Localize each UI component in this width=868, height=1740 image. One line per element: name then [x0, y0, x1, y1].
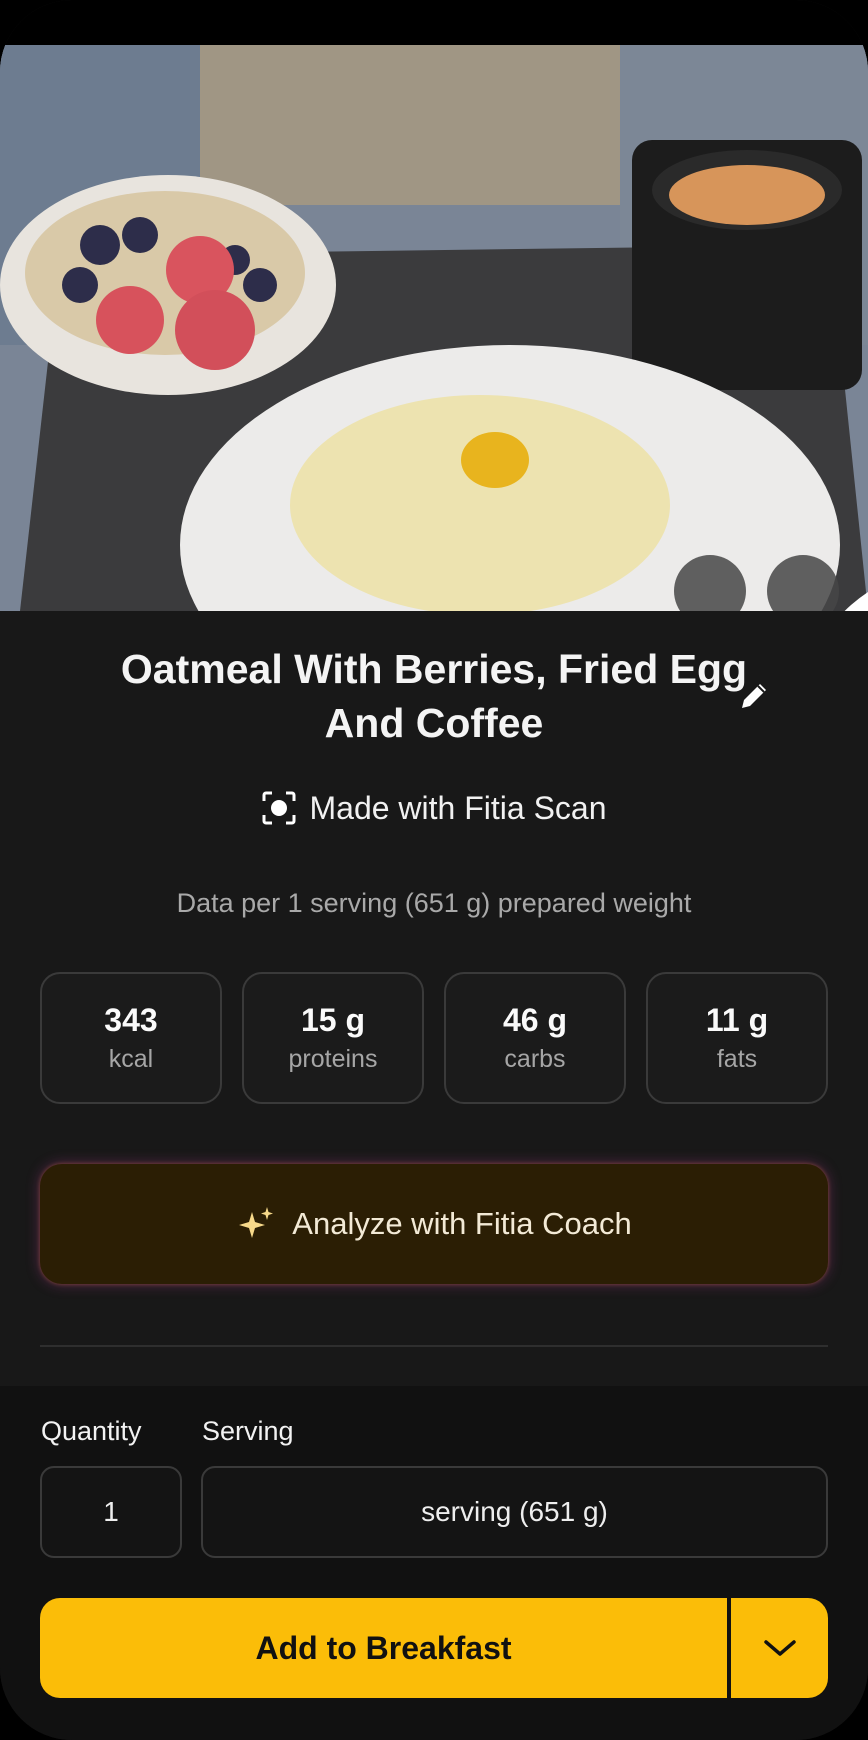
meal-photo-illustration	[0, 45, 868, 611]
scan-label: Made with Fitia Scan	[309, 789, 607, 826]
meal-photo	[0, 45, 868, 611]
coach-label: Analyze with Fitia Coach	[292, 1206, 632, 1241]
divider	[40, 1345, 828, 1347]
edit-icon[interactable]	[736, 678, 772, 714]
favorite-button[interactable]	[674, 555, 868, 611]
chevron-down-icon	[763, 1640, 796, 1656]
macro-value: 343	[104, 1002, 158, 1038]
more-icon	[767, 555, 868, 611]
macro-label: kcal	[108, 1045, 154, 1073]
sparkles-icon	[239, 1207, 274, 1238]
analyze-coach-button[interactable]: Analyze with Fitia Coach	[40, 1164, 828, 1284]
scan-icon	[262, 791, 296, 825]
macro-card-proteins: 15 g proteins	[242, 972, 424, 1104]
quantity-label: Quantity	[41, 1416, 142, 1446]
macro-card-kcal: 343 kcal	[40, 972, 222, 1104]
macro-value: 11 g	[705, 1002, 769, 1038]
serving-select[interactable]: serving (651 g)	[201, 1466, 828, 1558]
more-options-button[interactable]	[767, 555, 839, 611]
serving-info: Data per 1 serving (651 g) prepared weig…	[176, 888, 692, 918]
status-bar	[0, 0, 868, 45]
macro-label: fats	[716, 1045, 758, 1073]
macro-card-carbs: 46 g carbs	[444, 972, 626, 1104]
scan-badge: Made with Fitia Scan	[0, 786, 868, 830]
macro-value: 15 g	[300, 1002, 366, 1038]
serving-label: Serving	[202, 1416, 294, 1446]
macro-label: proteins	[288, 1045, 378, 1073]
add-panel: Quantity Serving 1 serving (651 g) Add t…	[0, 1386, 868, 1740]
meal-title: Oatmeal With Berries, Fried Egg And Coff…	[120, 646, 748, 746]
meal-dropdown-button[interactable]	[731, 1598, 828, 1698]
macro-value: 46 g	[502, 1002, 568, 1038]
macro-card-fats: 11 g fats	[646, 972, 828, 1104]
add-to-meal-button[interactable]: Add to Breakfast	[40, 1598, 727, 1698]
quantity-input[interactable]: 1	[40, 1466, 182, 1558]
macro-cards: 343 kcal 15 g proteins 46 g carbs 11 g f…	[40, 972, 828, 1104]
macro-label: carbs	[504, 1045, 566, 1073]
app-screen: Oatmeal With Berries, Fried Egg And Coff…	[0, 0, 868, 1740]
